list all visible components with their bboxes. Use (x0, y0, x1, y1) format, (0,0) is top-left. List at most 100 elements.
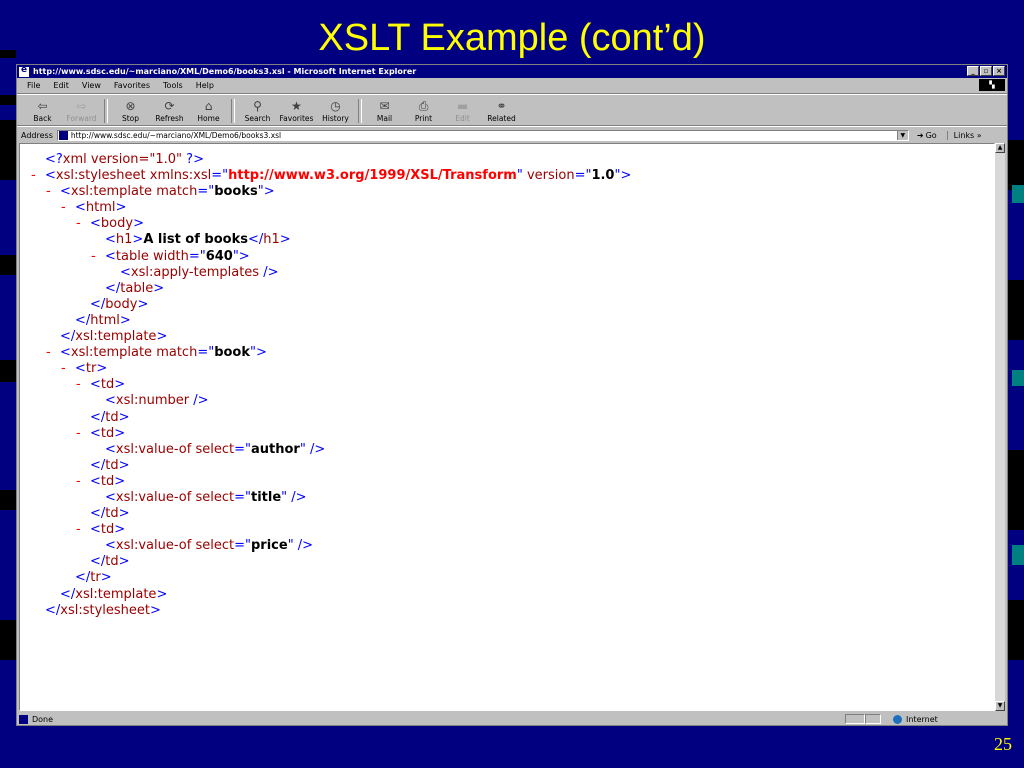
vertical-scrollbar[interactable]: ▲ ▼ (995, 143, 1005, 711)
xml-line[interactable]: - <table width="640"> (20, 249, 994, 265)
xml-line[interactable]: - <xsl:stylesheet xmlns:xsl="http://www.w… (20, 168, 994, 184)
status-cell-security (865, 714, 881, 724)
xml-line[interactable]: - <td> (20, 377, 994, 393)
xml-token: > (114, 522, 126, 538)
xml-token: /> (259, 264, 279, 280)
xml-token: > (100, 570, 112, 586)
search-button[interactable]: ⚲ Search (238, 99, 277, 125)
xml-markup: <xsl:value-of select="price" /> (105, 538, 313, 554)
related-button[interactable]: ⚭ Related (482, 99, 521, 125)
xml-line[interactable]: - <td> (20, 522, 994, 538)
home-button[interactable]: ⌂ Home (189, 99, 228, 125)
xml-token: 1.0 (591, 168, 615, 184)
xml-token: =" (234, 538, 251, 554)
toolbar-label: Forward (66, 114, 97, 123)
menu-tools[interactable]: Tools (163, 81, 183, 90)
xml-token: > (137, 296, 149, 312)
mail-icon: ✉ (379, 99, 390, 113)
xml-line[interactable]: - <body> (20, 216, 994, 232)
collapse-toggle[interactable]: - (31, 168, 36, 184)
collapse-toggle[interactable]: - (91, 249, 96, 265)
xml-markup: </td> (90, 554, 130, 570)
toolbar-separator (231, 99, 235, 123)
xml-line[interactable]: - <html> (20, 200, 994, 216)
xml-token: </ (90, 457, 106, 473)
xml-token: </ (75, 570, 91, 586)
xml-line[interactable]: - <tr> (20, 361, 994, 377)
xml-line[interactable]: - <xsl:template match="books"> (20, 184, 994, 200)
xml-line: </td> (20, 458, 994, 474)
close-button[interactable]: × (993, 66, 1005, 76)
collapse-toggle[interactable]: - (76, 522, 81, 538)
menu-favorites[interactable]: Favorites (114, 81, 150, 90)
collapse-toggle[interactable]: - (76, 474, 81, 490)
xml-token: table (120, 280, 154, 296)
toolbar-label: Mail (376, 114, 393, 123)
stop-button[interactable]: ⊗ Stop (111, 99, 150, 125)
toolbar: ⇦ Back ⇨ Forward ⊗ Stop ⟳ Refresh ⌂ Home ⚲ Search ★ F… (17, 94, 1007, 126)
search-icon: ⚲ (253, 99, 262, 113)
xml-token: select (191, 538, 235, 554)
forward-button[interactable]: ⇨ Forward (62, 99, 101, 125)
go-button[interactable]: ➜ Go (917, 131, 937, 140)
collapse-toggle[interactable]: - (46, 345, 51, 361)
xml-token: ?> (182, 152, 204, 167)
refresh-button[interactable]: ⟳ Refresh (150, 99, 189, 125)
status-bar: Done Internet (17, 713, 1007, 725)
toolbar-label: Print (414, 114, 433, 123)
xml-token: < (105, 441, 116, 457)
back-button[interactable]: ⇦ Back (23, 99, 62, 125)
xml-line[interactable]: - <xsl:template match="book"> (20, 345, 994, 361)
maximize-button[interactable]: ▫ (980, 66, 992, 76)
collapse-toggle[interactable]: - (61, 200, 66, 216)
favorites-button[interactable]: ★ Favorites (277, 99, 316, 125)
xml-token: xsl:number (115, 393, 190, 409)
history-button[interactable]: ◷ History (316, 99, 355, 125)
xml-markup: </td> (90, 458, 130, 474)
xml-line: </td> (20, 506, 994, 522)
xml-line: </html> (20, 313, 994, 329)
collapse-toggle[interactable]: - (46, 184, 51, 200)
xml-token: =" (188, 248, 206, 264)
print-button[interactable]: ⎙ Print (404, 99, 443, 125)
xml-token: < (75, 200, 86, 216)
print-icon: ⎙ (418, 99, 429, 113)
xml-token: < (120, 264, 131, 280)
mail-button[interactable]: ✉ Mail (365, 99, 404, 125)
collapse-toggle[interactable]: - (76, 216, 81, 232)
xml-token: td (105, 554, 119, 570)
xml-token: < (105, 489, 116, 505)
xml-line[interactable]: - <td> (20, 426, 994, 442)
xml-token: author (250, 441, 300, 457)
scroll-down-icon[interactable]: ▼ (995, 701, 1005, 711)
menu-help[interactable]: Help (196, 81, 214, 90)
collapse-toggle[interactable]: - (61, 361, 66, 377)
collapse-toggle[interactable]: - (76, 377, 81, 393)
address-dropdown-icon[interactable]: ▼ (896, 130, 908, 140)
links-button[interactable]: Links » (946, 130, 982, 140)
xml-token: > (114, 425, 126, 441)
menu-view[interactable]: View (82, 81, 101, 90)
ie-logo-icon (19, 65, 29, 77)
menu-file[interactable]: File (27, 81, 40, 90)
menu-edit[interactable]: Edit (53, 81, 69, 90)
edit-icon: ▬ (456, 99, 469, 113)
xml-markup: <td> (90, 377, 125, 393)
xml-line[interactable]: - <td> (20, 474, 994, 490)
collapse-toggle[interactable]: - (76, 426, 81, 442)
xml-token: td (105, 409, 119, 425)
address-input[interactable]: http://www.sdsc.edu/~marciano/XML/Demo6/… (56, 129, 909, 141)
stop-icon: ⊗ (125, 99, 136, 113)
xml-token: < (90, 473, 101, 489)
xml-token: "> (614, 168, 632, 184)
minimize-button[interactable]: _ (967, 66, 979, 76)
xml-token: < (60, 345, 71, 361)
edit-button[interactable]: ▬ Edit (443, 99, 482, 125)
xml-token: version (522, 168, 575, 184)
home-icon: ⌂ (204, 99, 213, 113)
xml-token: price (250, 538, 288, 554)
xml-token: </ (45, 602, 61, 618)
xml-token: " /> (287, 538, 314, 554)
scroll-up-icon[interactable]: ▲ (995, 143, 1005, 153)
window-titlebar[interactable]: http://www.sdsc.edu/~marciano/XML/Demo6/… (17, 65, 1007, 78)
